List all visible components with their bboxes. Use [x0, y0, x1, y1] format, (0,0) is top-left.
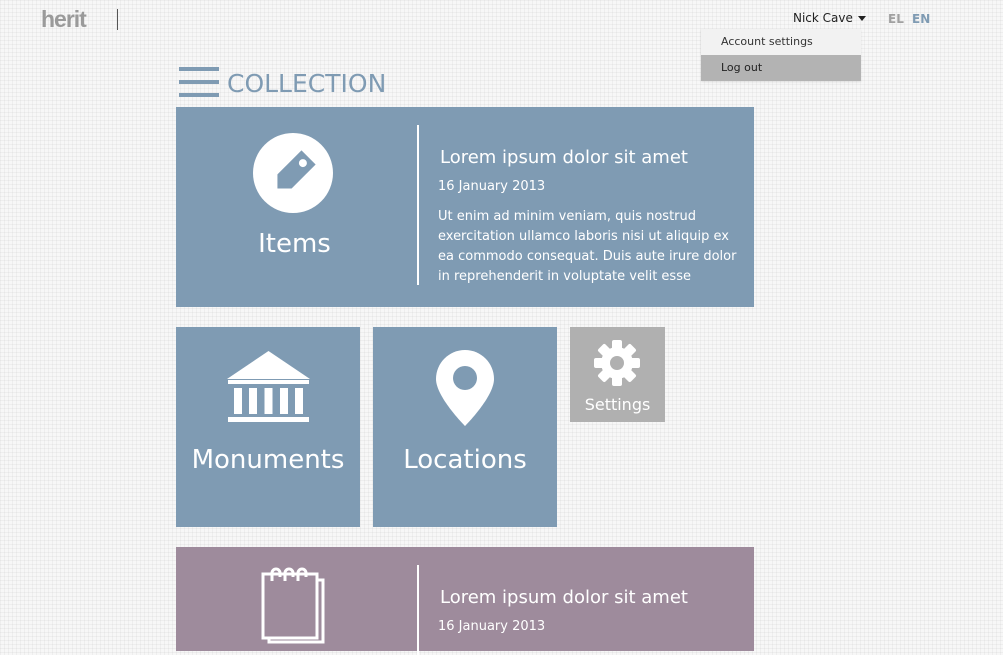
- settings-tile[interactable]: Settings: [570, 327, 665, 422]
- account-settings-menu-item[interactable]: Account settings: [701, 29, 861, 55]
- items-label: Items: [258, 229, 331, 259]
- map-pin-icon: [436, 350, 494, 426]
- page-title: COLLECTION: [227, 69, 387, 98]
- locations-tile[interactable]: Locations: [373, 327, 557, 527]
- tag-icon: [253, 133, 333, 213]
- settings-label: Settings: [584, 395, 651, 414]
- gear-icon: [594, 340, 640, 386]
- notes-tile[interactable]: Lorem ipsum dolor sit amet 16 January 20…: [176, 547, 754, 655]
- monuments-tile[interactable]: Monuments: [176, 327, 360, 527]
- notepad-icon: [261, 567, 325, 644]
- logo[interactable]: herit: [41, 6, 87, 33]
- language-en[interactable]: EN: [912, 12, 930, 26]
- items-news-date: 16 January 2013: [438, 179, 546, 194]
- items-tile[interactable]: Items Lorem ipsum dolor sit amet 16 Janu…: [176, 107, 754, 307]
- user-menu-button[interactable]: Nick Cave: [793, 11, 866, 25]
- building-columns-icon: [227, 351, 310, 422]
- monuments-label: Monuments: [191, 445, 345, 475]
- notes-news-title[interactable]: Lorem ipsum dolor sit amet: [440, 587, 688, 608]
- locations-label: Locations: [403, 445, 527, 475]
- items-news-title[interactable]: Lorem ipsum dolor sit amet: [440, 147, 688, 168]
- hamburger-menu-icon[interactable]: [179, 67, 219, 97]
- tile-divider: [417, 565, 419, 655]
- logo-divider: [117, 9, 118, 30]
- caret-down-icon: [857, 16, 866, 21]
- user-dropdown: Account settings Log out: [701, 29, 861, 81]
- language-el[interactable]: EL: [888, 12, 904, 26]
- log-out-menu-item[interactable]: Log out: [701, 55, 861, 81]
- tile-divider: [417, 125, 419, 285]
- items-news-body: Ut enim ad minim veniam, quis nostrud ex…: [438, 209, 737, 284]
- user-name: Nick Cave: [793, 11, 853, 25]
- notes-news-date: 16 January 2013: [438, 619, 546, 634]
